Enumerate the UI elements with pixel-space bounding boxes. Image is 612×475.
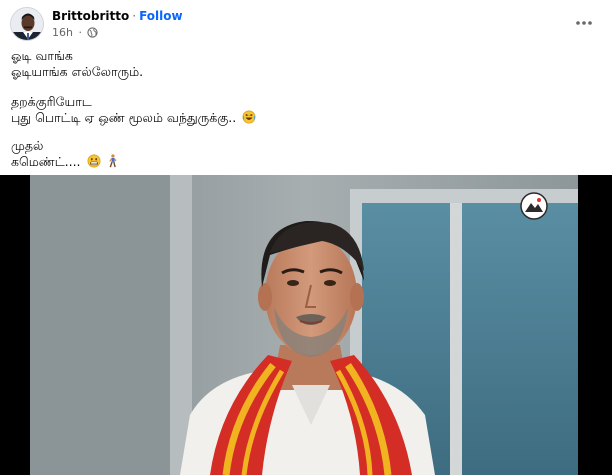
post-text-paragraph-2: தறக்குரியோட புது பொட்டி ஏ ஒண் மூலம் வந்த…	[11, 94, 256, 128]
post-text-line: புது பொட்டி ஏ ஒண் மூலம் வந்துருக்கு..	[11, 110, 256, 128]
author-photo	[11, 8, 43, 40]
author-avatar[interactable]	[10, 7, 44, 41]
post-text-paragraph-3: முதல் கமெண்ட்....	[11, 138, 118, 172]
person-walking-emoji-icon	[107, 154, 118, 172]
channel-logo-icon	[520, 192, 548, 220]
post-text-line: ஓடி வாங்க	[11, 48, 73, 63]
post-text-paragraph-1: ஓடி வாங்க ஓடியாங்க எல்லோரும்.	[11, 48, 143, 80]
more-horizontal-icon[interactable]	[572, 15, 596, 31]
post-header: Brittobritto · Follow 16h ·	[10, 7, 600, 47]
author-name[interactable]: Brittobritto	[52, 9, 129, 23]
post-text-line: கமெண்ட்....	[11, 154, 118, 172]
post-meta: 16h ·	[52, 26, 99, 41]
author-separator: ·	[132, 9, 137, 23]
post-text-line: முதல்	[11, 138, 44, 153]
post-media[interactable]	[0, 175, 612, 475]
follow-button[interactable]: Follow	[139, 9, 183, 23]
laughing-emoji-icon	[242, 110, 256, 128]
post-text-line: தறக்குரியோட	[11, 94, 92, 109]
facebook-post: Brittobritto · Follow 16h · ஓடி வாங்க ஓடிய…	[0, 0, 612, 475]
post-time[interactable]: 16h	[52, 26, 73, 39]
post-text-content: கமெண்ட்....	[11, 154, 81, 169]
author-line: Brittobritto · Follow	[52, 9, 183, 23]
post-text-line: ஓடியாங்க எல்லோரும்.	[11, 64, 144, 79]
post-text-content: புது பொட்டி ஏ ஒண் மூலம் வந்துருக்கு..	[11, 110, 237, 125]
grimacing-emoji-icon	[87, 154, 101, 172]
video-thumbnail[interactable]	[30, 175, 578, 475]
globe-icon[interactable]	[87, 27, 99, 41]
meta-separator: ·	[78, 26, 82, 39]
video-frame-image	[30, 175, 578, 475]
